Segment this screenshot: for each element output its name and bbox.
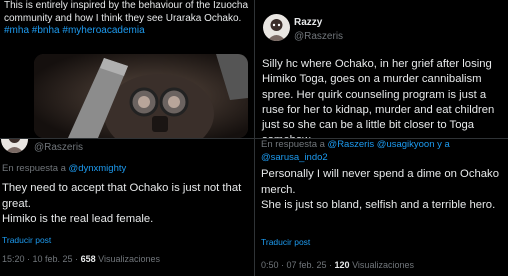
reply-to-link[interactable]: @sarusa_indo2 [261,152,328,163]
tweet-line: Himiko is the real lead female. [2,213,154,225]
tweet-body: Silly hc where Ochako, in her grief afte… [262,58,495,138]
hashtag-link[interactable]: #mha [4,25,29,36]
reply-prefix: En respuesta a [261,139,325,150]
reply-context: En respuesta a @dynxmighty [2,163,252,176]
avatar[interactable] [1,139,28,153]
tweet-top-right: Razzy @Raszeris Silly hc where Ochako, i… [254,0,508,138]
display-name[interactable]: Razzy [294,17,322,28]
views-label: Visualizaciones [98,254,160,264]
reply-conj: y a [437,139,450,150]
tweet-body: They need to accept that Ochako is just … [2,181,254,228]
tweet-line: She is just so bland, selfish and a terr… [261,199,496,211]
tweet-text: This is entirely inspired by the behavio… [4,0,252,38]
avatar[interactable] [263,14,290,41]
timestamp[interactable]: 0:50 · 07 feb. 25 · [261,260,335,270]
tweet-bottom-right: En respuesta a @Raszeris @usagikyoon y a… [254,138,508,276]
tweet-line: They need to accept that Ochako is just … [2,182,242,210]
translate-post-link[interactable]: Traducir post [2,235,51,245]
reply-to-link[interactable]: @Raszeris [328,139,375,150]
views-count: 658 [80,254,96,264]
user-handle[interactable]: @Raszeris [34,142,83,153]
hashtag-link[interactable]: #myheroacademia [62,25,144,36]
reply-to-link[interactable]: @usagikyoon [377,139,435,150]
tweet-line: Personally I will never spend a dime on … [261,168,499,196]
views-label: Visualizaciones [352,260,414,270]
tweet-media-image[interactable] [34,54,248,138]
user-handle[interactable]: @Raszeris [294,31,343,42]
tweet-top-left: This is entirely inspired by the behavio… [0,0,254,138]
views-count: 120 [334,260,350,270]
reply-context: En respuesta a @Raszeris @usagikyoon y a… [261,139,506,164]
reply-to-link[interactable]: @dynxmighty [69,163,127,174]
reply-prefix: En respuesta a [2,163,66,174]
hashtag-link[interactable]: #bnha [32,25,60,36]
tweet-meta: 15:20 · 10 feb. 25 · 658 Visualizaciones [2,254,160,264]
tweet-bottom-left: @Raszeris En respuesta a @dynxmighty The… [0,138,254,276]
translate-post-link[interactable]: Traducir post [261,237,310,247]
tweet-meta: 0:50 · 07 feb. 25 · 120 Visualizaciones [261,260,414,270]
timestamp[interactable]: 15:20 · 10 feb. 25 · [2,254,81,264]
tweet-body: Personally I will never spend a dime on … [261,167,507,214]
tweet-body: This is entirely inspired by the behavio… [4,0,249,24]
